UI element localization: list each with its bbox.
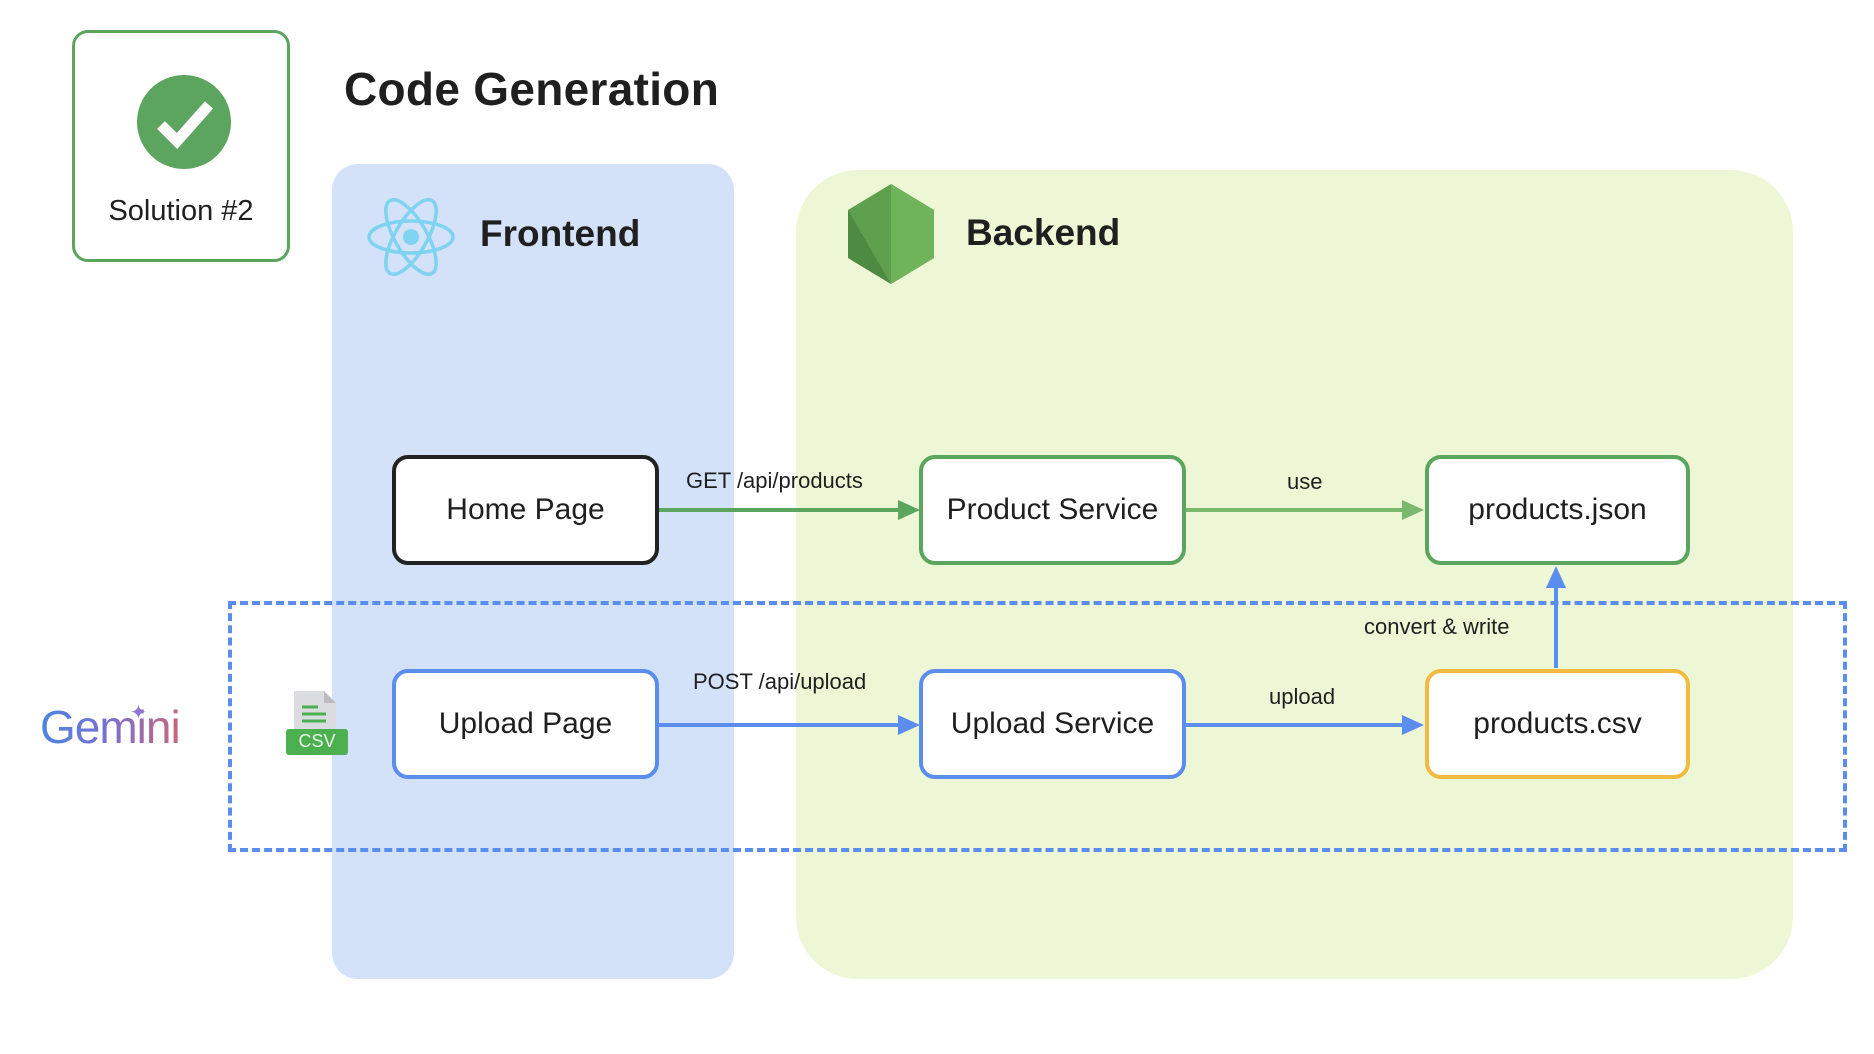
edge-get-products (659, 500, 920, 520)
home-page-node[interactable]: Home Page (392, 455, 659, 565)
csv-file-icon: CSV (286, 691, 350, 755)
product-service-node[interactable]: Product Service (919, 455, 1186, 565)
edge-upload (1185, 715, 1424, 735)
edge-label-post-upload: POST /api/upload (693, 669, 867, 694)
edge-label-upload: upload (1269, 684, 1336, 709)
sparkle-icon: ✦ (130, 702, 147, 724)
edge-post-upload (659, 715, 920, 735)
edge-label-convert-write: convert & write (1364, 614, 1510, 639)
upload-service-node[interactable]: Upload Service (919, 669, 1186, 779)
edge-label-use: use (1287, 469, 1323, 494)
gemini-logo: Gemini (40, 700, 181, 754)
edge-convert-write (1546, 566, 1566, 668)
edge-use (1185, 500, 1424, 520)
csv-label: CSV (298, 731, 336, 751)
gemini-label: Gemini (40, 701, 181, 753)
products-csv-node[interactable]: products.csv (1425, 669, 1690, 779)
products-json-node[interactable]: products.json (1425, 455, 1690, 565)
edge-label-get-products: GET /api/products (686, 468, 863, 493)
upload-page-node[interactable]: Upload Page (392, 669, 659, 779)
